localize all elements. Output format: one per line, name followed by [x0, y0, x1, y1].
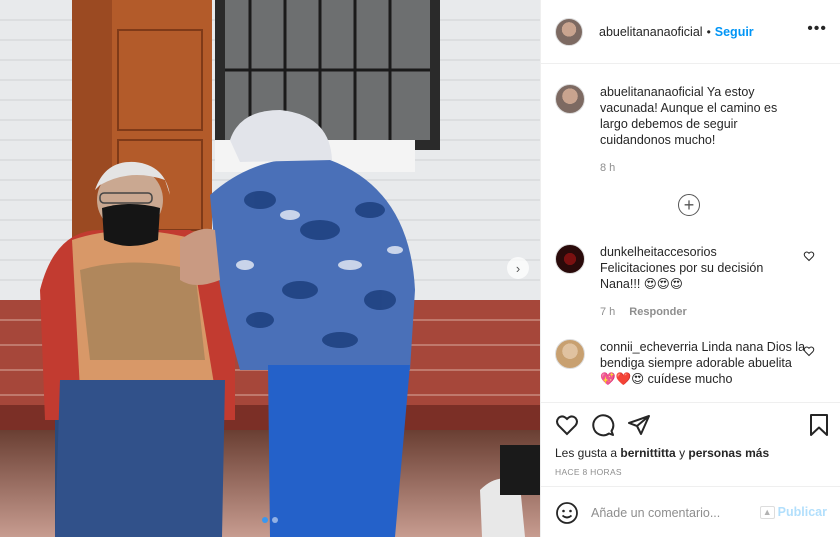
emoji-icon[interactable] [555, 501, 579, 525]
load-more-comments-button[interactable]: + [678, 194, 700, 216]
comment-time[interactable]: 7 h [600, 306, 615, 318]
caption: abuelitananaoficial Ya estoy vacunada! A… [555, 84, 827, 176]
likes-summary: Les gusta a bernittitta y personas más [555, 446, 769, 460]
post-header: abuelitananaoficial • Seguir ••• [541, 0, 840, 64]
post-actions: Les gusta a bernittitta y personas más H… [541, 402, 840, 537]
heart-icon[interactable] [555, 413, 579, 437]
heart-icon[interactable] [803, 250, 815, 262]
caption-time[interactable]: 8 h [600, 162, 615, 174]
add-comment-bar: ▲ Publicar [541, 486, 840, 537]
avatar[interactable] [555, 17, 583, 46]
comment-text: Felicitaciones por su decisión Nana!!! 😍… [600, 261, 764, 291]
likes-mid: y [679, 446, 686, 460]
chevron-right-icon: › [515, 260, 521, 276]
comments-list[interactable]: abuelitananaoficial Ya estoy vacunada! A… [541, 64, 840, 402]
likes-user-link[interactable]: bernittitta [620, 446, 675, 460]
header-separator: • [706, 24, 711, 39]
avatar[interactable] [555, 339, 585, 369]
carousel-indicator [262, 517, 278, 523]
comment-username[interactable]: connii_echeverria [600, 340, 698, 354]
post-side-panel: abuelitananaoficial • Seguir ••• abuelit… [540, 0, 840, 537]
comment-item: dunkelheitaccesorios Felicitaciones por … [555, 244, 827, 320]
publish-label: Publicar [777, 505, 827, 519]
comment-username[interactable]: dunkelheitaccesorios [600, 244, 805, 260]
post-media[interactable]: › [0, 0, 540, 537]
plus-circle-icon: + [683, 195, 695, 215]
carousel-dot-active [262, 517, 268, 523]
follow-button[interactable]: Seguir [715, 25, 754, 39]
likes-others-link[interactable]: personas más [688, 446, 769, 460]
likes-prefix: Les gusta a [555, 446, 618, 460]
share-icon[interactable] [627, 413, 651, 437]
publish-button[interactable]: ▲ Publicar [759, 505, 827, 519]
avatar[interactable] [555, 244, 585, 274]
header-username[interactable]: abuelitananaoficial [599, 25, 703, 39]
bookmark-icon[interactable] [807, 413, 831, 437]
post-timestamp[interactable]: HACE 8 HORAS [555, 467, 622, 477]
caption-meta: 8 h [600, 160, 805, 176]
comment-icon[interactable] [591, 413, 615, 437]
comment-meta: 7 h Responder [600, 304, 805, 320]
comment-item: connii_echeverria Linda nana Dios la ben… [555, 339, 827, 387]
caret-icon: ▲ [759, 505, 775, 519]
more-options-icon[interactable]: ••• [807, 21, 827, 37]
comment-input[interactable] [591, 505, 761, 520]
caption-username[interactable]: abuelitananaoficial [600, 85, 704, 99]
post-photo [0, 0, 540, 537]
instagram-post: › abuelitananaoficial • Seguir ••• abuel… [0, 0, 840, 537]
action-icons [555, 413, 831, 439]
reply-button[interactable]: Responder [629, 306, 686, 318]
carousel-next-button[interactable]: › [507, 257, 529, 279]
avatar[interactable] [555, 84, 585, 114]
heart-icon[interactable] [803, 345, 815, 357]
carousel-dot [272, 517, 278, 523]
